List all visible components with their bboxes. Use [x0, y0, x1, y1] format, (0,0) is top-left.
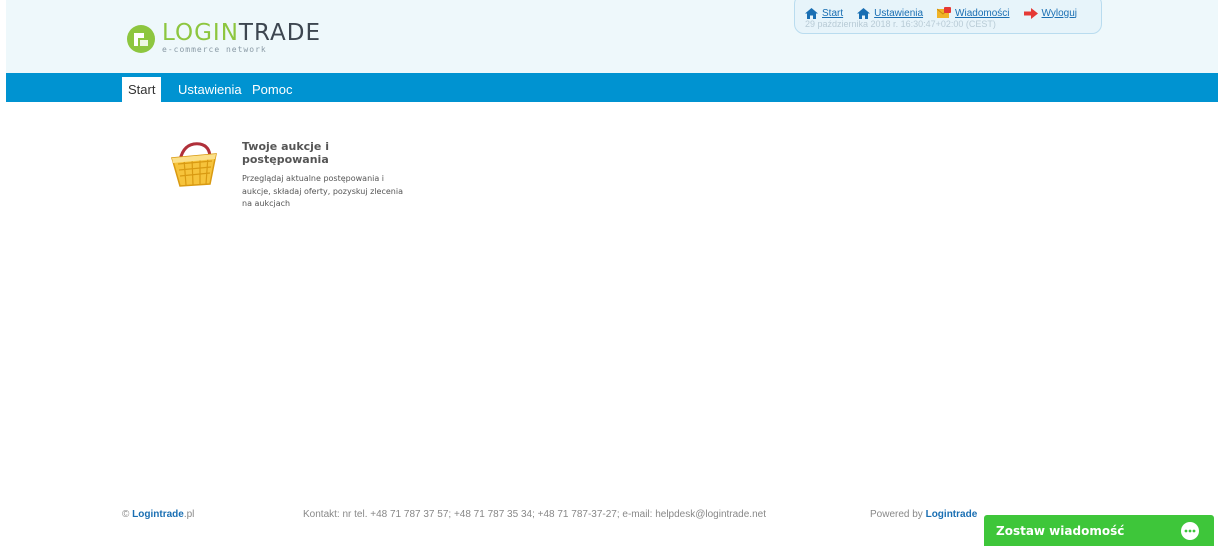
chat-bubble-icon	[1181, 522, 1199, 540]
footer-brand-link[interactable]: Logintrade	[132, 509, 184, 520]
main-nav: Start Ustawienia Pomoc	[6, 73, 1218, 102]
logo-mark-icon	[127, 25, 155, 53]
home-icon	[805, 7, 818, 19]
arrow-right-icon	[1023, 7, 1038, 19]
user-link-logout[interactable]: Wyloguj	[1023, 7, 1077, 19]
user-link-settings[interactable]: Ustawienia	[857, 7, 923, 19]
user-panel: Start Ustawienia Wiadomości Wyloguj 29 p…	[794, 0, 1102, 34]
nav-item-start[interactable]: Start	[122, 77, 162, 102]
tile-title[interactable]: Twoje aukcje i postępowania	[242, 140, 362, 166]
home-icon	[857, 7, 871, 19]
envelope-icon	[937, 7, 952, 18]
logintrade-logo[interactable]: LOGINTRADE e-commerce network	[126, 22, 366, 58]
current-datetime: 29 października 2018 r. 16:30:47+02:00 (…	[805, 19, 996, 29]
chat-widget-button[interactable]: Zostaw wiadomość	[984, 515, 1214, 546]
logo-tagline: e-commerce network	[162, 45, 267, 54]
logo-wordmark: LOGINTRADE	[162, 20, 321, 46]
user-link-messages[interactable]: Wiadomości	[937, 7, 1010, 19]
user-links: Start Ustawienia Wiadomości Wyloguj	[805, 7, 1091, 19]
shopping-basket-icon	[171, 142, 217, 187]
chat-label: Zostaw wiadomość	[996, 524, 1125, 538]
footer-powered-brand[interactable]: Logintrade	[926, 509, 978, 520]
nav-item-help[interactable]: Pomoc	[246, 77, 298, 102]
footer-powered-by: Powered by Logintrade	[870, 509, 978, 520]
nav-item-settings[interactable]: Ustawienia	[172, 77, 248, 102]
footer-copyright: © Logintrade.pl	[122, 509, 195, 520]
header: LOGINTRADE e-commerce network Start Usta…	[6, 0, 1218, 73]
user-link-start[interactable]: Start	[805, 7, 843, 19]
footer-contact: Kontakt: nr tel. +48 71 787 37 57; +48 7…	[303, 509, 766, 520]
tile-description: Przeglądaj aktualne postępowania i aukcj…	[242, 174, 403, 208]
